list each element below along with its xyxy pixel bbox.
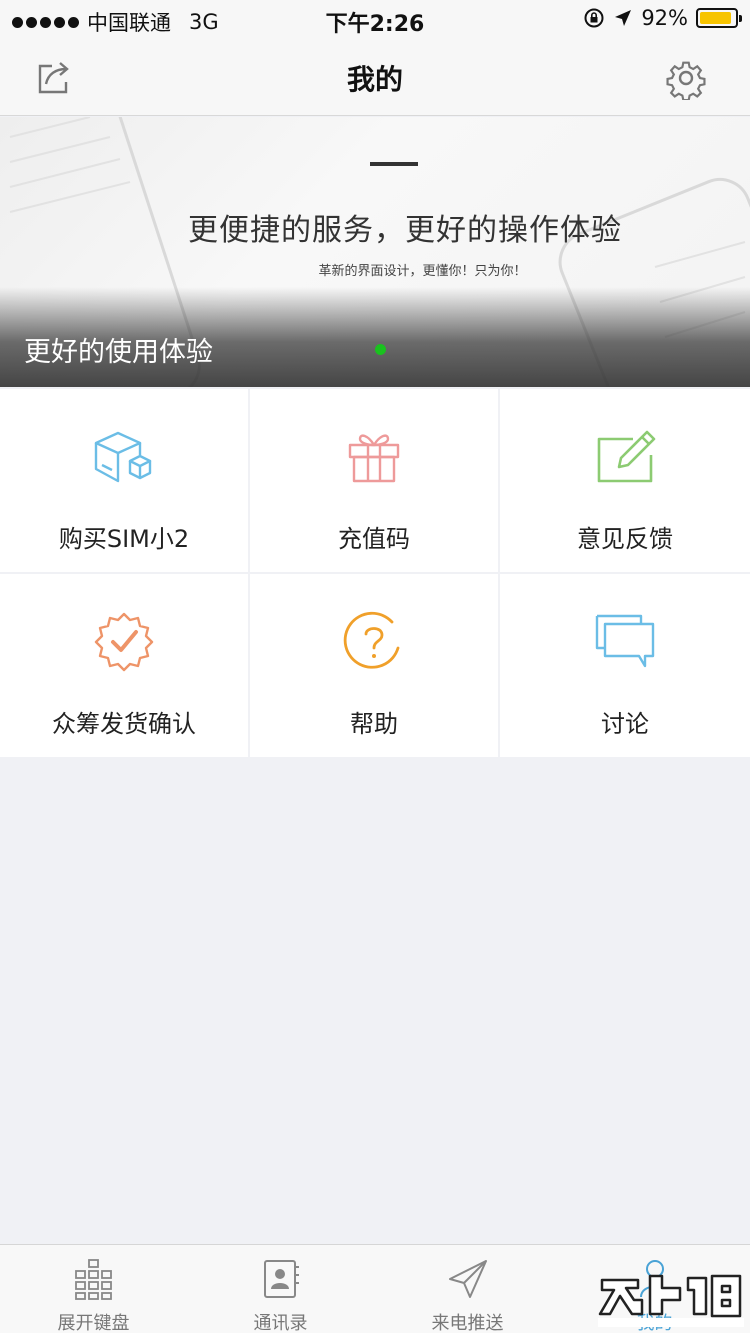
tab-call-push[interactable]: 来电推送 bbox=[374, 1245, 561, 1333]
grid-item-help[interactable]: 帮助 bbox=[250, 574, 498, 757]
battery-icon bbox=[696, 8, 742, 28]
banner-caption: 更好的使用体验 bbox=[24, 337, 213, 368]
grid-item-buy-sim[interactable]: 购买SIM小2 bbox=[0, 389, 248, 572]
keypad-icon bbox=[74, 1259, 112, 1300]
grid-item-crowdfund-confirm[interactable]: 众筹发货确认 bbox=[0, 574, 248, 757]
tab-label: 来电推送 bbox=[431, 1313, 504, 1333]
gear-icon bbox=[666, 61, 706, 102]
contacts-icon bbox=[263, 1260, 299, 1298]
banner-divider bbox=[370, 162, 418, 166]
banner-headline: 更便捷的服务，更好的操作体验 bbox=[188, 213, 622, 248]
tab-label: 展开键盘 bbox=[57, 1313, 130, 1333]
tab-keypad[interactable]: 展开键盘 bbox=[0, 1245, 187, 1333]
nav-bar: 我的 bbox=[0, 40, 750, 116]
badge-check-icon bbox=[94, 612, 154, 672]
location-arrow-icon bbox=[615, 10, 632, 26]
settings-button[interactable] bbox=[664, 56, 708, 102]
help-icon bbox=[343, 611, 400, 669]
status-bar: 中国联通 3G 下午2:26 92% bbox=[0, 0, 750, 40]
grid-item-label: 意见反馈 bbox=[577, 525, 673, 553]
edit-icon bbox=[597, 430, 656, 483]
grid-item-label: 讨论 bbox=[601, 710, 649, 738]
page-title: 我的 bbox=[346, 63, 403, 96]
send-icon bbox=[448, 1260, 487, 1298]
chat-icon bbox=[595, 614, 655, 668]
status-right: 92% bbox=[583, 6, 742, 30]
grid-item-discussion[interactable]: 讨论 bbox=[500, 574, 750, 757]
grid-item-feedback[interactable]: 意见反馈 bbox=[500, 389, 750, 572]
tab-contacts[interactable]: 通讯录 bbox=[187, 1245, 374, 1333]
banner-subtext: 革新的界面设计，更懂你！只为你！ bbox=[318, 264, 527, 279]
watermark-logo bbox=[598, 1274, 744, 1327]
gift-icon bbox=[348, 434, 400, 483]
battery-fill bbox=[700, 12, 732, 24]
grid-item-label: 帮助 bbox=[350, 710, 398, 738]
battery-percent: 92% bbox=[641, 6, 688, 30]
rotation-lock-icon bbox=[584, 8, 604, 28]
promo-banner[interactable]: 更便捷的服务，更好的操作体验 革新的界面设计，更懂你！只为你！ 更好的使用体验 bbox=[0, 117, 750, 387]
grid-item-label: 众筹发货确认 bbox=[52, 710, 196, 738]
grid-item-label: 充值码 bbox=[338, 525, 410, 553]
box-icon bbox=[94, 431, 152, 483]
tab-label: 通讯录 bbox=[253, 1313, 308, 1333]
feature-grid: 购买SIM小2 充值码 意见反馈 众筹发货确认 帮助 讨论 bbox=[0, 389, 750, 759]
banner-pager-dot[interactable] bbox=[375, 344, 386, 355]
grid-item-recharge-code[interactable]: 充值码 bbox=[250, 389, 498, 572]
grid-item-label: 购买SIM小2 bbox=[58, 525, 190, 553]
